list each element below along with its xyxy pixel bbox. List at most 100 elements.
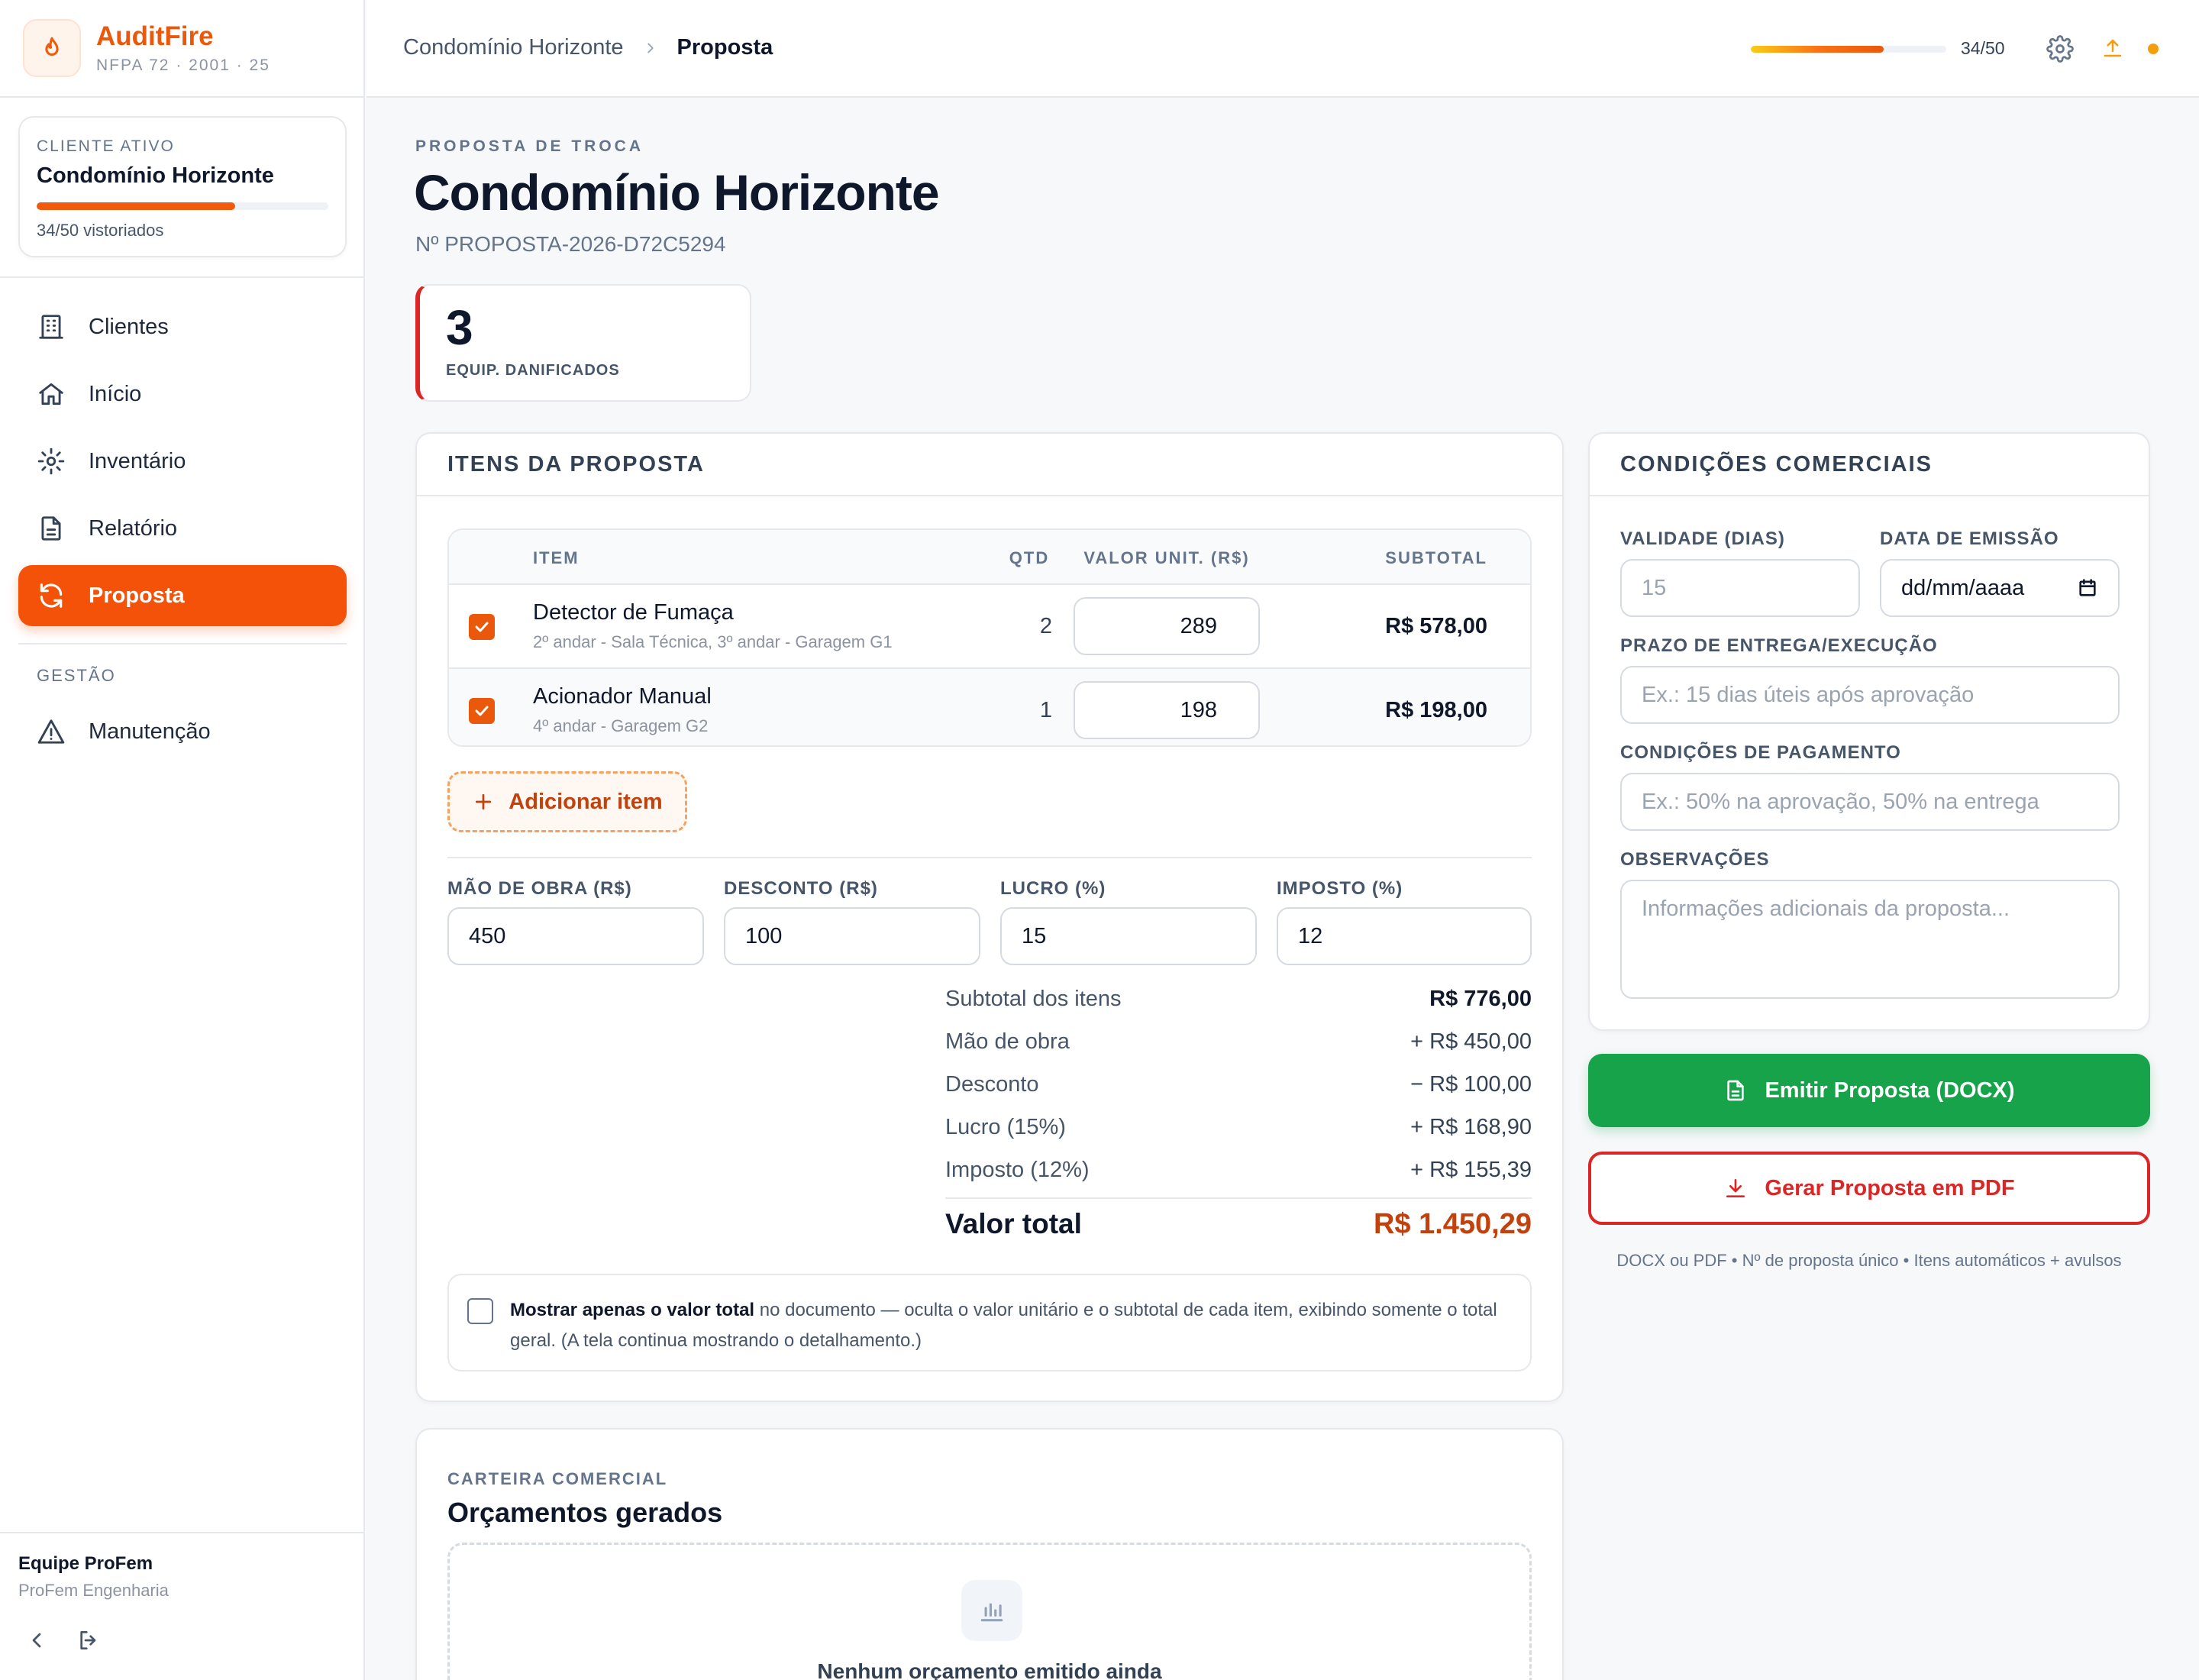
sidebar-item-label: Início (89, 381, 142, 406)
notes-textarea[interactable]: Informações adicionais da proposta... (1620, 880, 2120, 999)
breadcrumb-current: Proposta (676, 35, 773, 60)
chevron-left-icon[interactable] (24, 1628, 49, 1653)
summary-row-labor: Mão de obra + R$ 450,00 (945, 1029, 1532, 1055)
brand[interactable]: AuditFire NFPA 72 · 2001 · 25 (0, 0, 363, 98)
settings-icon[interactable] (2046, 35, 2074, 66)
sidebar-item-label: Proposta (89, 583, 185, 608)
portfolio-empty-state: Nenhum orçamento emitido ainda (447, 1543, 1532, 1680)
sidebar-item-inventario[interactable]: Inventário (18, 431, 347, 492)
breadcrumb: Condomínio Horizonte Proposta (403, 35, 773, 60)
emit-docx-button[interactable]: Emitir Proposta (DOCX) (1588, 1054, 2150, 1127)
item-qty: 2 (1039, 614, 1052, 638)
item-location: 4º andar - Garagem G2 (533, 716, 709, 735)
table-row: Acionador Manual 4º andar - Garagem G2 1… (449, 667, 1530, 745)
unit-value-input[interactable]: 289 (1074, 597, 1260, 655)
active-client-card[interactable]: CLIENTE ATIVO Condomínio Horizonte 34/50… (18, 116, 347, 257)
warning-icon (37, 719, 65, 744)
inspection-progress (1751, 46, 1946, 53)
sidebar-item-inicio[interactable]: Início (18, 363, 347, 425)
active-client-progress (37, 202, 328, 210)
labor-label: MÃO DE OBRA (R$) (447, 878, 632, 899)
issue-date-label: DATA DE EMISSÃO (1880, 528, 2059, 549)
item-checkbox[interactable] (469, 614, 495, 640)
summary-label: Desconto (945, 1072, 1039, 1097)
sidebar-item-proposta[interactable]: Proposta (18, 565, 347, 626)
brand-subtitle: NFPA 72 · 2001 · 25 (96, 57, 270, 74)
total-only-checkbox[interactable] (467, 1298, 493, 1324)
proposal-items-panel: ITENS DA PROPOSTA ITEM QTD VALOR UNIT. (… (415, 432, 1564, 1402)
building-icon (39, 315, 63, 339)
discount-input[interactable]: 100 (724, 907, 980, 965)
commercial-conditions-panel: CONDIÇÕES COMERCIAIS VALIDADE (DIAS) DAT… (1588, 432, 2150, 1031)
breadcrumb-parent[interactable]: Condomínio Horizonte (403, 35, 624, 60)
upload-icon[interactable] (2101, 37, 2124, 63)
sidebar-footer: Equipe ProFem ProFem Engenharia (0, 1532, 365, 1672)
bar-chart-icon (961, 1580, 1022, 1641)
brand-name: AuditFire (96, 21, 214, 51)
item-name: Acionador Manual (533, 684, 712, 709)
summary-row-profit: Lucro (15%) + R$ 168,90 (945, 1115, 1532, 1140)
panel-title: CONDIÇÕES COMERCIAIS (1590, 434, 2149, 496)
profit-label: LUCRO (%) (1000, 878, 1106, 899)
portfolio-eyebrow: CARTEIRA COMERCIAL (447, 1469, 668, 1488)
sidebar: AuditFire NFPA 72 · 2001 · 25 CLIENTE AT… (0, 0, 365, 1680)
sidebar-item-relatorio[interactable]: Relatório (18, 498, 347, 559)
payment-label: CONDIÇÕES DE PAGAMENTO (1620, 742, 1901, 763)
proposal-number: Nº PROPOSTA-2026-D72C5294 (415, 232, 726, 256)
item-checkbox[interactable] (469, 698, 495, 724)
delivery-input[interactable]: Ex.: 15 dias úteis após aprovação (1620, 666, 2120, 724)
col-unit-value: VALOR UNIT. (R$) (1083, 548, 1250, 567)
add-item-label: Adicionar item (509, 789, 663, 814)
col-qty: QTD (1009, 548, 1050, 567)
item-name: Detector de Fumaça (533, 600, 734, 625)
refresh-icon (40, 583, 63, 608)
chevron-right-icon (642, 40, 659, 57)
sidebar-item-clientes[interactable]: Clientes (18, 296, 347, 357)
payment-input[interactable]: Ex.: 50% na aprovação, 50% na entrega (1620, 773, 2120, 831)
document-icon (1727, 1080, 1745, 1101)
plus-icon (476, 793, 492, 810)
sidebar-item-label: Inventário (89, 448, 186, 473)
sidebar-item-manutencao[interactable]: Manutenção (18, 701, 347, 762)
summary-row-discount: Desconto − R$ 100,00 (945, 1072, 1532, 1097)
topbar: Condomínio Horizonte Proposta 34/50 (366, 0, 2199, 98)
generate-pdf-label: Gerar Proposta em PDF (1765, 1175, 2015, 1200)
total-only-option[interactable]: Mostrar apenas o valor total no document… (447, 1274, 1532, 1371)
summary-value: + R$ 450,00 (1410, 1029, 1532, 1054)
export-note: DOCX ou PDF • Nº de proposta único • Ite… (1616, 1251, 2122, 1270)
portfolio-title: Orçamentos gerados (447, 1497, 723, 1528)
damaged-equipment-count: 3 (446, 300, 473, 355)
validity-label: VALIDADE (DIAS) (1620, 528, 1785, 549)
inspection-progress-fill (1751, 46, 1884, 53)
sidebar-item-label: Manutenção (89, 719, 211, 744)
team-org: ProFem Engenharia (18, 1581, 169, 1600)
page-title: Condomínio Horizonte (414, 164, 940, 221)
team-name: Equipe ProFem (18, 1553, 153, 1574)
total-row: Valor total R$ 1.450,29 (945, 1208, 1532, 1241)
calendar-icon[interactable] (2077, 577, 2098, 599)
summary-label: Subtotal dos itens (945, 987, 1122, 1011)
summary-label: Lucro (15%) (945, 1115, 1066, 1139)
generate-pdf-button[interactable]: Gerar Proposta em PDF (1588, 1152, 2150, 1225)
profit-input[interactable]: 15 (1000, 907, 1257, 965)
labor-input[interactable]: 450 (447, 907, 704, 965)
items-table: ITEM QTD VALOR UNIT. (R$) SUBTOTAL Detec… (447, 528, 1532, 747)
gear-icon (37, 447, 65, 475)
add-item-button[interactable]: Adicionar item (447, 771, 687, 832)
validity-input[interactable]: 15 (1620, 559, 1860, 617)
logout-icon[interactable] (76, 1628, 101, 1653)
sidebar-item-label: Clientes (89, 314, 169, 339)
active-client-label: CLIENTE ATIVO (37, 137, 175, 155)
total-only-label-strong: Mostrar apenas o valor total (510, 1300, 755, 1320)
col-item: ITEM (533, 548, 580, 567)
item-qty: 1 (1039, 698, 1052, 722)
sync-status-dot (2148, 44, 2159, 54)
item-location: 2º andar - Sala Técnica, 3º andar - Gara… (533, 632, 893, 651)
download-icon (1726, 1179, 1745, 1197)
unit-value-input[interactable]: 198 (1074, 681, 1260, 739)
summary-label: Mão de obra (945, 1029, 1070, 1054)
tax-input[interactable]: 12 (1277, 907, 1532, 965)
issue-date-input[interactable]: dd/mm/aaaa (1880, 559, 2120, 617)
table-header: ITEM QTD VALOR UNIT. (R$) SUBTOTAL (449, 530, 1530, 585)
col-subtotal: SUBTOTAL (1385, 548, 1487, 567)
